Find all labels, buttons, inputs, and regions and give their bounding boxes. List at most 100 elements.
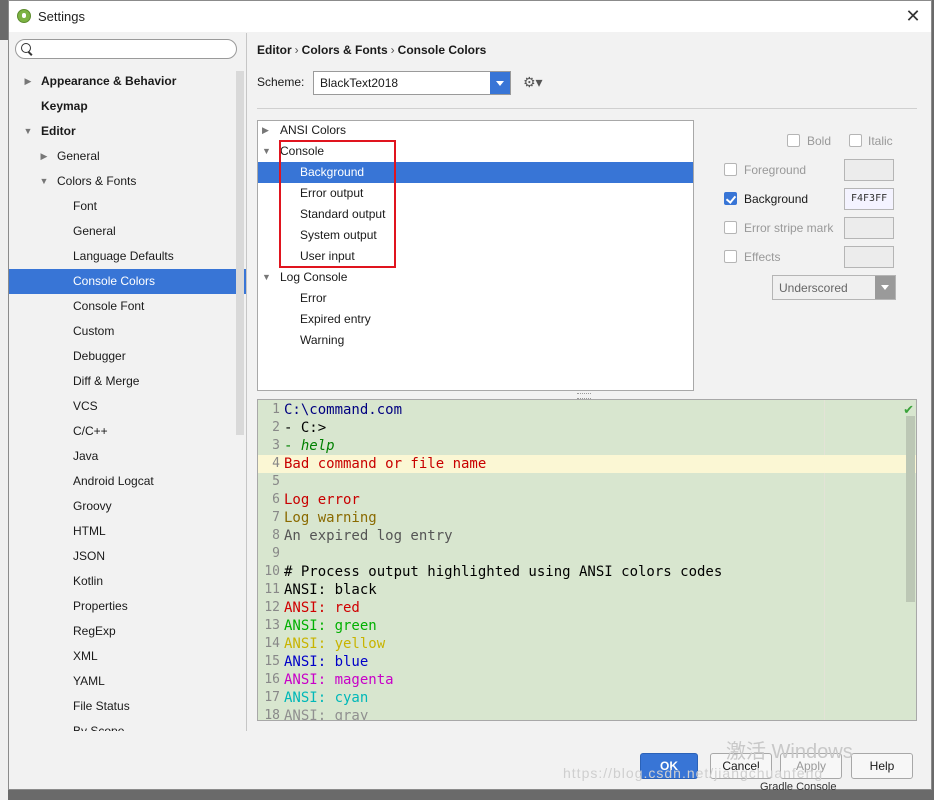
close-icon[interactable]: ✕ bbox=[901, 5, 925, 27]
color-tree-item[interactable]: ▶ ANSI Colors bbox=[258, 121, 693, 141]
background-checkbox[interactable] bbox=[724, 192, 737, 205]
foreground-color-swatch[interactable] bbox=[844, 159, 894, 181]
sidebar-item-label: Kotlin bbox=[73, 574, 104, 588]
color-tree-item[interactable]: Background bbox=[258, 162, 693, 183]
code-text: - C:> bbox=[284, 419, 326, 437]
sidebar-item[interactable]: HTML bbox=[9, 519, 246, 544]
search-input[interactable] bbox=[15, 39, 237, 59]
chevron-right-icon[interactable]: ▶ bbox=[23, 69, 33, 94]
sidebar-item[interactable]: ▶ General bbox=[9, 144, 246, 169]
gear-icon[interactable]: ⚙▾ bbox=[523, 74, 543, 91]
bold-checkbox[interactable] bbox=[787, 134, 800, 147]
code-segment: ANSI: green bbox=[284, 618, 377, 634]
color-tree-item[interactable]: Expired entry bbox=[258, 309, 693, 330]
line-number: 10 bbox=[264, 564, 280, 579]
sidebar-item[interactable]: Groovy bbox=[9, 494, 246, 519]
sidebar-item[interactable]: ▼ Editor bbox=[9, 119, 246, 144]
code-segment: C:\command.com bbox=[284, 402, 403, 418]
sidebar-item[interactable]: ▶ Appearance & Behavior bbox=[9, 69, 246, 94]
sidebar-item[interactable]: Console Font bbox=[9, 294, 246, 319]
color-tree-item[interactable]: ▼ Log Console bbox=[258, 267, 693, 288]
sidebar-item[interactable]: Font bbox=[9, 194, 246, 219]
sidebar-item[interactable]: RegExp bbox=[9, 619, 246, 644]
sidebar-item[interactable]: Properties bbox=[9, 594, 246, 619]
sidebar-scrollbar[interactable] bbox=[236, 71, 244, 435]
color-preview-editor[interactable]: 1 C:\command.com 2- C:> 3- help 4 Bad command… bbox=[257, 399, 917, 721]
sidebar-item-label: Java bbox=[73, 449, 99, 463]
code-segment: - bbox=[284, 438, 301, 454]
sidebar-item[interactable]: Language Defaults bbox=[9, 244, 246, 269]
sidebar-item-label: Console Colors bbox=[73, 274, 156, 288]
effects-checkbox[interactable] bbox=[724, 250, 737, 263]
code-text: - help bbox=[284, 437, 335, 455]
color-tree-item[interactable]: Standard output bbox=[258, 204, 693, 225]
sidebar-item[interactable]: Kotlin bbox=[9, 569, 246, 594]
sidebar-item-label: Editor bbox=[41, 124, 76, 138]
code-text: ANSI: magenta bbox=[284, 671, 394, 689]
sidebar-item-label: Properties bbox=[73, 599, 128, 613]
chevron-right-icon[interactable]: ▶ bbox=[262, 121, 272, 141]
chevron-down-icon[interactable]: ▼ bbox=[39, 169, 49, 194]
line-number: 4 bbox=[272, 456, 280, 471]
color-tree-item[interactable]: User input bbox=[258, 246, 693, 267]
sidebar-item[interactable]: General bbox=[9, 219, 246, 244]
sidebar-item-label: General bbox=[73, 224, 116, 238]
sidebar-item[interactable]: Keymap bbox=[9, 94, 246, 119]
color-tree-item[interactable]: Error output bbox=[258, 183, 693, 204]
sidebar-item[interactable]: JSON bbox=[9, 544, 246, 569]
foreground-checkbox[interactable] bbox=[724, 163, 737, 176]
scheme-dropdown[interactable]: BlackText2018 bbox=[313, 71, 511, 95]
sidebar-item[interactable]: By Scope bbox=[9, 719, 246, 731]
preview-scrollbar[interactable] bbox=[906, 416, 915, 602]
sidebar-item-label: Appearance & Behavior bbox=[41, 74, 177, 88]
chevron-down-icon[interactable]: ▼ bbox=[262, 141, 272, 162]
color-tree-item[interactable]: System output bbox=[258, 225, 693, 246]
chevron-down-icon[interactable]: ▼ bbox=[262, 267, 272, 288]
foreground-label: Foreground bbox=[744, 163, 807, 177]
ok-button[interactable]: OK bbox=[640, 753, 698, 779]
chevron-down-icon[interactable] bbox=[490, 72, 510, 94]
effect-type-dropdown[interactable]: Underscored bbox=[772, 275, 896, 300]
breadcrumb-editor: Editor bbox=[257, 43, 292, 57]
line-number: 6 bbox=[272, 492, 280, 507]
code-segment: Bad command or file name bbox=[284, 456, 487, 472]
color-tree-item[interactable]: Warning bbox=[258, 330, 693, 351]
code-line: 15 ANSI: blue bbox=[258, 653, 916, 671]
code-segment: ANSI: blue bbox=[284, 654, 369, 670]
sidebar-item[interactable]: Diff & Merge bbox=[9, 369, 246, 394]
background-color-swatch[interactable]: F4F3FF bbox=[844, 188, 894, 210]
italic-checkbox[interactable] bbox=[849, 134, 862, 147]
cancel-button[interactable]: Cancel bbox=[710, 753, 772, 779]
color-tree-item[interactable]: ▼ Console bbox=[258, 141, 693, 162]
line-number: 8 bbox=[272, 528, 280, 543]
chevron-right-icon[interactable]: ▶ bbox=[39, 144, 49, 169]
sidebar-item[interactable]: XML bbox=[9, 644, 246, 669]
sidebar-item[interactable]: VCS bbox=[9, 394, 246, 419]
effects-color-swatch[interactable] bbox=[844, 246, 894, 268]
chevron-down-icon[interactable] bbox=[875, 276, 895, 299]
code-line: 13 ANSI: green bbox=[258, 617, 916, 635]
sidebar-item[interactable]: ▼ Colors & Fonts bbox=[9, 169, 246, 194]
line-number: 13 bbox=[264, 618, 280, 633]
background-tool-window-label: Gradle Console bbox=[760, 781, 837, 793]
sidebar-item[interactable]: Custom bbox=[9, 319, 246, 344]
sidebar-item[interactable]: Java bbox=[9, 444, 246, 469]
sidebar-item[interactable]: Debugger bbox=[9, 344, 246, 369]
error-stripe-checkbox[interactable] bbox=[724, 221, 737, 234]
sidebar-item[interactable]: C/C++ bbox=[9, 419, 246, 444]
error-stripe-color-swatch[interactable] bbox=[844, 217, 894, 239]
code-line: 11 ANSI: black bbox=[258, 581, 916, 599]
chevron-down-icon[interactable]: ▼ bbox=[23, 119, 33, 144]
sidebar-item-label: Colors & Fonts bbox=[57, 174, 137, 188]
sidebar-item[interactable]: YAML bbox=[9, 669, 246, 694]
sidebar-item-label: Debugger bbox=[73, 349, 126, 363]
color-tree-item[interactable]: Error bbox=[258, 288, 693, 309]
sidebar-item[interactable]: Console Colors bbox=[9, 269, 246, 294]
sidebar-item[interactable]: Android Logcat bbox=[9, 469, 246, 494]
sidebar-item-label: Keymap bbox=[41, 99, 88, 113]
sidebar-item-label: VCS bbox=[73, 399, 98, 413]
sidebar-item[interactable]: File Status bbox=[9, 694, 246, 719]
apply-button[interactable]: Apply bbox=[780, 753, 842, 779]
help-button[interactable]: Help bbox=[851, 753, 913, 779]
color-tree-label: User input bbox=[300, 249, 355, 263]
